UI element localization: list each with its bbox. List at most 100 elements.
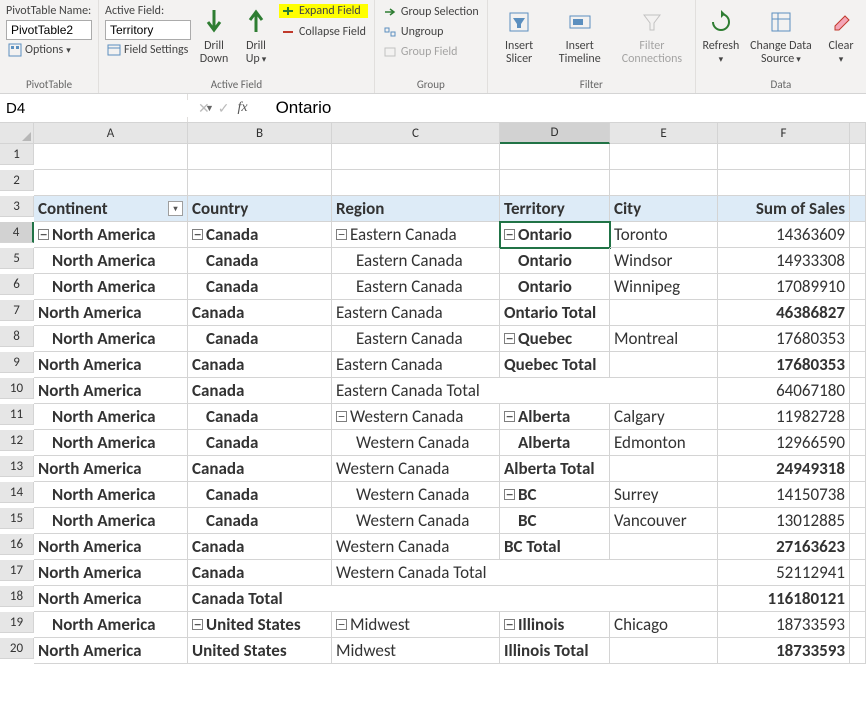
cell-region[interactable]: Western Canada bbox=[332, 482, 500, 508]
cell-country[interactable]: Canada Total bbox=[188, 586, 718, 612]
col-head-D[interactable]: D bbox=[500, 123, 610, 144]
cell-region[interactable]: Western Canada Total bbox=[332, 560, 718, 586]
cell[interactable] bbox=[850, 534, 866, 560]
cell-city[interactable] bbox=[610, 352, 718, 378]
name-box[interactable]: ▼ bbox=[0, 94, 188, 122]
cell-city[interactable]: Surrey bbox=[610, 482, 718, 508]
cell-sum[interactable]: 64067180 bbox=[718, 378, 850, 404]
col-head-B[interactable]: B bbox=[188, 123, 332, 144]
cell-region[interactable]: Eastern Canada bbox=[332, 300, 500, 326]
cell[interactable] bbox=[718, 144, 850, 170]
header-continent[interactable]: Continent▾ bbox=[34, 196, 188, 222]
formula-input[interactable] bbox=[258, 98, 866, 118]
row-head-20[interactable]: 20 bbox=[0, 638, 34, 659]
cell-continent[interactable]: North America bbox=[34, 274, 188, 300]
row-head-18[interactable]: 18 bbox=[0, 586, 34, 607]
cell-territory[interactable]: Ontario bbox=[500, 274, 610, 300]
col-head-A[interactable]: A bbox=[34, 123, 188, 144]
cell-country[interactable]: Canada bbox=[188, 274, 332, 300]
insert-timeline-button[interactable]: Insert Timeline bbox=[546, 2, 612, 68]
cell-continent[interactable]: North America bbox=[34, 560, 188, 586]
refresh-button[interactable]: Refresh▾ bbox=[700, 2, 742, 68]
cell-region[interactable]: Western Canada bbox=[332, 456, 500, 482]
collapse-field-button[interactable]: Collapse Field bbox=[279, 24, 368, 40]
cell-sum[interactable]: 14150738 bbox=[718, 482, 850, 508]
row-head-3[interactable]: 3 bbox=[0, 196, 34, 217]
collapse-toggle[interactable]: − bbox=[504, 489, 515, 500]
cell-country[interactable]: Canada bbox=[188, 352, 332, 378]
insert-slicer-button[interactable]: Insert Slicer bbox=[492, 2, 547, 68]
name-box-input[interactable] bbox=[6, 100, 205, 117]
cell-sum[interactable]: 17089910 bbox=[718, 274, 850, 300]
cell-territory[interactable]: BC Total bbox=[500, 534, 610, 560]
cell-country[interactable]: Canada bbox=[188, 326, 332, 352]
cell-sum[interactable]: 52112941 bbox=[718, 560, 850, 586]
cell-country[interactable]: Canada bbox=[188, 456, 332, 482]
cell-sum[interactable]: 18733593 bbox=[718, 638, 850, 664]
cell[interactable] bbox=[850, 560, 866, 586]
cell-territory[interactable]: −Alberta bbox=[500, 404, 610, 430]
col-head-E[interactable]: E bbox=[610, 123, 718, 144]
cell-region[interactable]: Eastern Canada bbox=[332, 326, 500, 352]
cell-country[interactable]: Canada bbox=[188, 248, 332, 274]
row-head-19[interactable]: 19 bbox=[0, 612, 34, 633]
cell-continent[interactable]: North America bbox=[34, 378, 188, 404]
collapse-toggle[interactable]: − bbox=[336, 229, 347, 240]
col-head-F[interactable]: F bbox=[718, 123, 850, 144]
cell-territory[interactable]: Alberta Total bbox=[500, 456, 610, 482]
cell-territory[interactable]: Ontario bbox=[500, 248, 610, 274]
cell[interactable] bbox=[850, 508, 866, 534]
cell[interactable] bbox=[34, 144, 188, 170]
row-head-7[interactable]: 7 bbox=[0, 300, 34, 321]
collapse-toggle[interactable]: − bbox=[504, 619, 515, 630]
cell-city[interactable] bbox=[610, 534, 718, 560]
row-head-6[interactable]: 6 bbox=[0, 274, 34, 295]
cell[interactable] bbox=[850, 456, 866, 482]
cell-country[interactable]: Canada bbox=[188, 482, 332, 508]
header-country[interactable]: Country bbox=[188, 196, 332, 222]
cell-sum[interactable]: 24949318 bbox=[718, 456, 850, 482]
cell-continent[interactable]: North America bbox=[34, 248, 188, 274]
cell[interactable] bbox=[850, 404, 866, 430]
cell-continent[interactable]: North America bbox=[34, 404, 188, 430]
change-data-source-button[interactable]: Change Data Source ▾ bbox=[742, 2, 820, 68]
header-territory[interactable]: Territory bbox=[500, 196, 610, 222]
cell-sum[interactable]: 13012885 bbox=[718, 508, 850, 534]
row-head-16[interactable]: 16 bbox=[0, 534, 34, 555]
cell[interactable] bbox=[850, 430, 866, 456]
field-settings-button[interactable]: Field Settings bbox=[105, 42, 191, 58]
cell[interactable] bbox=[850, 248, 866, 274]
cell-sum[interactable]: 12966590 bbox=[718, 430, 850, 456]
cell-region[interactable]: Midwest bbox=[332, 638, 500, 664]
cell-country[interactable]: Canada bbox=[188, 508, 332, 534]
cell-region[interactable]: Western Canada bbox=[332, 534, 500, 560]
cell-continent[interactable]: North America bbox=[34, 508, 188, 534]
cell-country[interactable]: Canada bbox=[188, 560, 332, 586]
cell-territory[interactable]: Alberta bbox=[500, 430, 610, 456]
cell-region[interactable]: Eastern Canada Total bbox=[332, 378, 718, 404]
filter-dropdown[interactable]: ▾ bbox=[168, 201, 183, 216]
cell[interactable] bbox=[850, 196, 866, 222]
pivottable-name-input[interactable] bbox=[6, 20, 92, 40]
cell[interactable] bbox=[850, 170, 866, 196]
cell-continent[interactable]: North America bbox=[34, 482, 188, 508]
cell[interactable] bbox=[610, 144, 718, 170]
cell-city[interactable] bbox=[610, 638, 718, 664]
cell-region[interactable]: Western Canada bbox=[332, 430, 500, 456]
ungroup-button[interactable]: Ungroup bbox=[381, 24, 481, 40]
cell-region[interactable]: −Western Canada bbox=[332, 404, 500, 430]
row-head-9[interactable]: 9 bbox=[0, 352, 34, 373]
cell-region[interactable]: Eastern Canada bbox=[332, 274, 500, 300]
cancel-formula-icon[interactable]: ✕ bbox=[198, 100, 210, 117]
collapse-toggle[interactable]: − bbox=[504, 411, 515, 422]
row-head-11[interactable]: 11 bbox=[0, 404, 34, 425]
cell[interactable] bbox=[34, 170, 188, 196]
header-city[interactable]: City bbox=[610, 196, 718, 222]
cell[interactable] bbox=[188, 170, 332, 196]
row-head-17[interactable]: 17 bbox=[0, 560, 34, 581]
row-head-2[interactable]: 2 bbox=[0, 170, 34, 191]
cell[interactable] bbox=[850, 586, 866, 612]
cell[interactable] bbox=[610, 170, 718, 196]
cell-country[interactable]: United States bbox=[188, 638, 332, 664]
cell-sum[interactable]: 46386827 bbox=[718, 300, 850, 326]
